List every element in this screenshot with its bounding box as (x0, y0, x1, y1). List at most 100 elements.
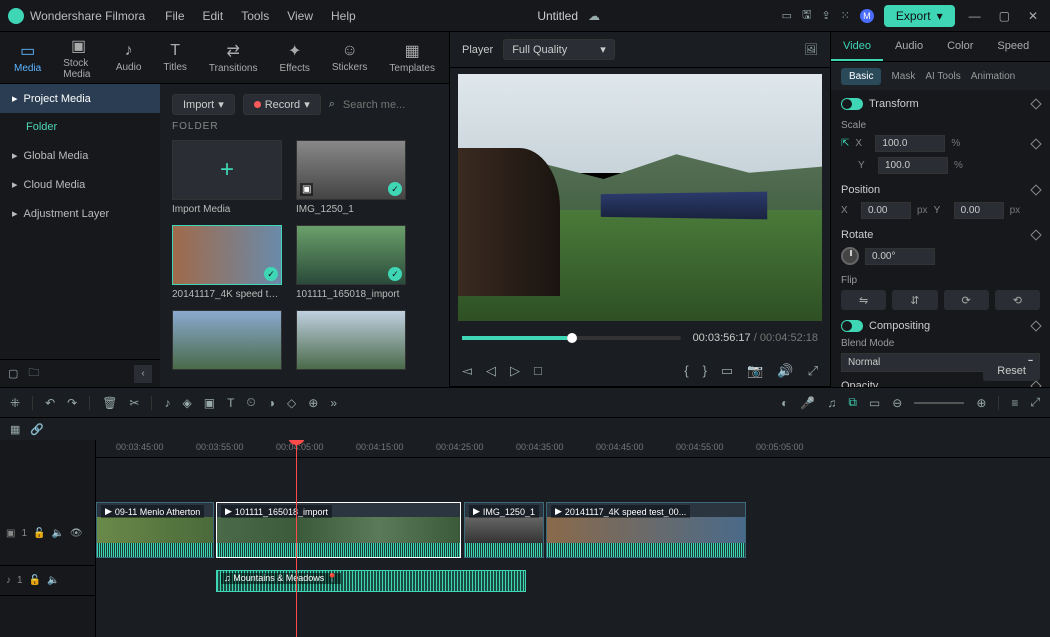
collapse-sidebar-button[interactable]: ‹ (134, 365, 152, 383)
tab-stock-media[interactable]: ▣Stock Media (63, 36, 94, 80)
mute-icon[interactable]: 🔈 (51, 528, 63, 539)
zoom-slider[interactable] (914, 402, 964, 404)
media-item[interactable]: ✓ 20141117_4K speed test_00... (172, 225, 282, 300)
split-icon[interactable]: ✂ (129, 396, 139, 410)
prop-tab-video[interactable]: Video (831, 32, 883, 61)
clip[interactable]: ▶101111_165018_import (216, 502, 461, 558)
more-tl-icon[interactable]: » (330, 396, 337, 410)
audio-edit-icon[interactable]: ♪ (164, 396, 170, 410)
reset-button[interactable]: Reset (983, 361, 1040, 381)
menu-edit[interactable]: Edit (203, 9, 224, 23)
tab-audio[interactable]: ♪Audio (116, 42, 142, 73)
mark-in-icon[interactable]: { (684, 363, 688, 378)
prop-tab-speed[interactable]: Speed (985, 32, 1041, 61)
import-media-tile[interactable]: + Import Media (172, 140, 282, 215)
position-y-input[interactable] (954, 202, 1004, 219)
position-x-input[interactable] (861, 202, 911, 219)
keyframe-icon[interactable] (1030, 380, 1041, 387)
tag-icon[interactable]: ◈ (182, 396, 191, 410)
apps-icon[interactable]: ⁙ (841, 9, 850, 22)
lock-icon[interactable]: 🔓 (33, 528, 45, 539)
transform-toggle[interactable] (841, 98, 863, 110)
magnet-icon[interactable]: ⧉ (848, 395, 857, 410)
media-item[interactable]: ✓ 101111_165018_import (296, 225, 406, 300)
fullscreen-icon[interactable]: ⤢ (808, 363, 818, 379)
audio-track[interactable]: ♫ Mountains & Meadows 📍 (96, 570, 1050, 600)
quality-dropdown[interactable]: Full Quality ▾ (503, 39, 615, 60)
play-button[interactable]: ▷ (510, 363, 520, 379)
upload-icon[interactable]: ⇪ (821, 9, 830, 22)
text-icon[interactable]: T (227, 396, 234, 410)
compositing-toggle[interactable] (841, 320, 863, 332)
link-tracks-icon[interactable]: 🔗 (30, 423, 44, 436)
rotate-input[interactable] (865, 248, 935, 265)
camera-icon[interactable]: 📷 (747, 363, 763, 379)
tab-transitions[interactable]: ⇄Transitions (209, 41, 258, 74)
track-manager-icon[interactable]: ▦ (10, 423, 20, 436)
prop-tab-color[interactable]: Color (935, 32, 985, 61)
sidebar-item-global-media[interactable]: ▸Global Media (0, 141, 160, 170)
crop-icon[interactable]: ▣ (204, 396, 215, 410)
menu-view[interactable]: View (287, 9, 313, 23)
record-dropdown[interactable]: Record▾ (243, 94, 321, 115)
zoom-in-icon[interactable]: ⊕ (976, 396, 986, 410)
subtab-animation[interactable]: Animation (971, 71, 1015, 82)
rotate-knob[interactable] (841, 247, 859, 265)
stop-button[interactable]: □ (534, 363, 542, 378)
mute-icon[interactable]: 🔈 (47, 575, 59, 586)
user-avatar[interactable]: M (860, 9, 874, 23)
color-icon[interactable]: ◑ (268, 396, 275, 410)
media-item[interactable] (296, 310, 406, 374)
cloud-status-icon[interactable]: ☁ (588, 9, 600, 23)
zoom-out-icon[interactable]: ⊖ (892, 396, 902, 410)
play-backward-button[interactable]: ◁ (486, 363, 496, 379)
new-bin-icon[interactable]: ▢ (8, 367, 18, 380)
minimize-button[interactable]: — (965, 9, 985, 23)
menu-tools[interactable]: Tools (241, 9, 269, 23)
voiceover-icon[interactable]: 🎤 (800, 396, 815, 410)
audio-clip[interactable]: ♫ Mountains & Meadows 📍 (216, 570, 526, 592)
flip-vertical-button[interactable]: ⇵ (892, 290, 937, 310)
scale-y-input[interactable] (878, 157, 948, 174)
save-icon[interactable]: 🖫 (802, 6, 811, 25)
menu-help[interactable]: Help (331, 9, 356, 23)
keyframe-icon[interactable] (1030, 184, 1041, 195)
layout-icon[interactable]: ▭ (782, 9, 792, 22)
snapshot-icon[interactable]: 🖼 (804, 43, 818, 56)
flip-horizontal-button[interactable]: ⇋ (841, 290, 886, 310)
preview-viewport[interactable] (458, 74, 822, 321)
mixer-icon[interactable]: ♫ (827, 396, 836, 410)
keyframe-icon[interactable] (1030, 320, 1041, 331)
tl-options-icon[interactable]: ⁜ (10, 396, 20, 410)
prop-tab-audio[interactable]: Audio (883, 32, 935, 61)
search-input[interactable] (343, 99, 449, 111)
new-folder-icon[interactable]: 🗀 (28, 364, 39, 383)
redo-icon[interactable]: ↷ (67, 396, 77, 410)
lock-icon[interactable]: 🔓 (29, 575, 41, 586)
prev-frame-button[interactable]: ◅ (462, 363, 472, 379)
clip[interactable]: ▶09-11 Menlo Atherton (96, 502, 214, 558)
marker-icon[interactable]: ◐ (781, 396, 788, 410)
speed-icon[interactable]: ⏲ (246, 395, 255, 410)
sidebar-item-folder[interactable]: Folder (0, 113, 160, 141)
video-track-header[interactable]: ▣1 🔓 🔈 👁 (0, 502, 95, 566)
keyframe-icon[interactable] (1030, 98, 1041, 109)
scale-x-input[interactable] (875, 135, 945, 152)
track-view-icon[interactable]: ≡ (1011, 396, 1018, 410)
clip[interactable]: ▶IMG_1250_1 (464, 502, 544, 558)
tab-stickers[interactable]: ☺Stickers (332, 42, 368, 73)
preview-scrubber[interactable] (462, 336, 681, 340)
delete-icon[interactable]: 🗑 (102, 396, 117, 410)
playhead[interactable]: ✂ (296, 440, 297, 637)
mark-out-icon[interactable]: } (703, 363, 707, 378)
menu-file[interactable]: File (165, 9, 184, 23)
volume-icon[interactable]: 🔊 (777, 363, 793, 379)
link-icon[interactable]: ▭ (869, 396, 880, 410)
subtab-mask[interactable]: Mask (891, 71, 915, 82)
expand-icon[interactable]: ⤢ (1030, 395, 1040, 410)
media-item[interactable]: ▣✓ IMG_1250_1 (296, 140, 406, 215)
keyframe-icon[interactable] (1030, 138, 1041, 149)
undo-icon[interactable]: ↶ (45, 396, 55, 410)
sidebar-item-adjustment-layer[interactable]: ▸Adjustment Layer (0, 199, 160, 228)
close-button[interactable]: ✕ (1024, 9, 1042, 23)
